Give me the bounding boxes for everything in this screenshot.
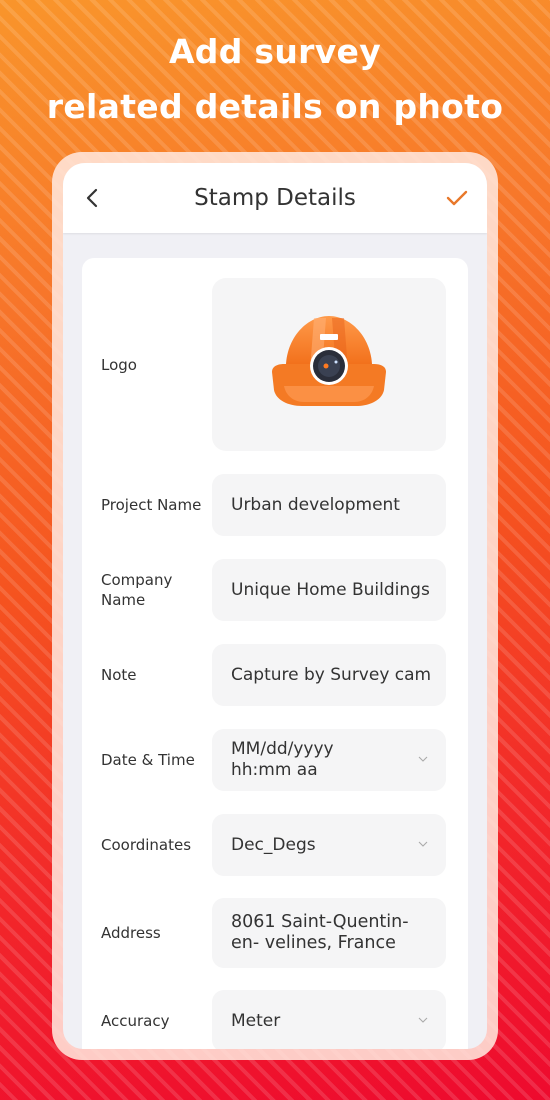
page-title: Stamp Details [194,185,356,211]
coordinates-row: Coordinates Dec_Degs [82,814,468,876]
coordinates-label: Coordinates [101,836,192,854]
note-row: Note Capture by Survey cam [82,644,468,706]
accuracy-label: Accuracy [101,1012,170,1030]
phone-screen: Stamp Details Logo Project Name Urban de… [63,163,487,1049]
logo-label: Logo [101,356,137,374]
coordinates-select[interactable]: Dec_Degs [212,814,446,876]
chevron-down-icon [418,1017,428,1023]
note-value: Capture by Survey cam [231,664,432,685]
address-label: Address [101,924,161,942]
accuracy-row: Accuracy Meter [82,990,468,1049]
company-name-label: Company Name [101,571,173,609]
promo-headline: Add survey related details on photo [0,24,550,134]
check-icon [446,190,468,206]
note-label: Note [101,666,137,684]
app-bar: Stamp Details [63,163,487,233]
helmet-camera-logo-icon [272,316,386,406]
coordinates-value: Dec_Degs [231,834,316,855]
company-name-value: Unique Home Buildings [231,579,430,600]
headline-line-2: related details on photo [46,87,504,126]
address-value: 8061 Saint-Quentin-en- velines, France [231,912,409,953]
date-time-row: Date & Time MM/dd/yyyy hh:mm aa [82,729,468,791]
logo-row: Logo [82,258,468,458]
date-time-label: Date & Time [101,751,195,769]
stamp-details-form: Logo Project Name Urban development Comp… [82,258,468,1049]
address-input[interactable]: 8061 Saint-Quentin-en- velines, France [212,898,446,968]
project-name-value: Urban development [231,494,400,515]
phone-frame: Stamp Details Logo Project Name Urban de… [52,152,498,1060]
address-row: Address 8061 Saint-Quentin-en- velines, … [82,898,468,968]
project-name-label: Project Name [101,496,202,514]
accuracy-select[interactable]: Meter [212,990,446,1049]
confirm-button[interactable] [445,187,469,209]
chevron-down-icon [418,756,428,762]
project-name-row: Project Name Urban development [82,474,468,536]
company-name-row: Company Name Unique Home Buildings [82,559,468,621]
company-name-input[interactable]: Unique Home Buildings [212,559,446,621]
logo-picker[interactable] [212,278,446,451]
headline-line-1: Add survey [168,32,382,71]
date-time-select[interactable]: MM/dd/yyyy hh:mm aa [212,729,446,791]
accuracy-value: Meter [231,1010,281,1031]
project-name-input[interactable]: Urban development [212,474,446,536]
date-time-value: MM/dd/yyyy hh:mm aa [231,739,334,780]
chevron-down-icon [418,841,428,847]
note-input[interactable]: Capture by Survey cam [212,644,446,706]
